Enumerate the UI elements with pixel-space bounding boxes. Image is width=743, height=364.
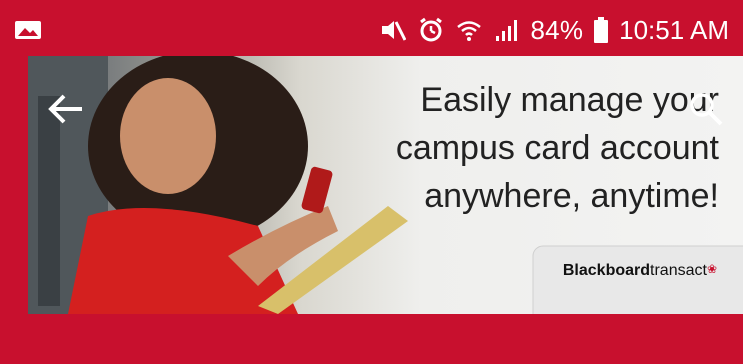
- mute-icon: [379, 16, 407, 44]
- banner-line-1: Easily manage your: [420, 81, 719, 119]
- logo-bold: Blackboard: [562, 262, 651, 279]
- status-bar: 84% 10:51 AM: [0, 0, 743, 58]
- hero-banner: Easily manage your campus card account a…: [28, 56, 743, 314]
- clock: 10:51 AM: [619, 14, 729, 45]
- banner-headline: Easily manage your campus card account a…: [396, 76, 719, 220]
- wifi-icon: [455, 16, 483, 44]
- signal-icon: [493, 16, 521, 44]
- logo-mark-icon: ❀: [706, 262, 717, 276]
- arrow-left-icon[interactable]: [46, 92, 86, 126]
- banner-line-2: campus card account: [395, 129, 719, 167]
- logo-light: transact: [650, 262, 707, 279]
- search-icon[interactable]: [687, 90, 725, 128]
- battery-percentage: 84%: [530, 14, 584, 45]
- battery-icon: [593, 16, 609, 44]
- banner-line-3: anywhere, anytime!: [424, 177, 719, 215]
- status-icons: 84% 10:51 AM: [379, 14, 729, 46]
- blackboard-transact-logo: Blackboardtransact❀: [563, 262, 717, 280]
- image-icon: [15, 21, 41, 39]
- bottom-band: [0, 314, 743, 364]
- alarm-icon: [417, 16, 445, 44]
